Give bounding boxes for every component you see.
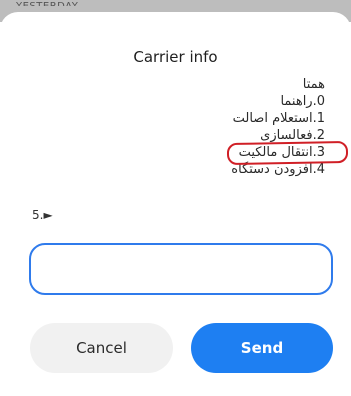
date-section-header: YESTERDAY xyxy=(16,1,79,12)
dialog-title: Carrier info xyxy=(133,48,218,66)
cancel-button[interactable]: Cancel xyxy=(30,323,173,373)
menu-option-5-prompt: 5.► xyxy=(32,208,53,222)
menu-option-2: 2.فعالسازی xyxy=(260,128,325,143)
message-line-header: همتا xyxy=(302,77,325,92)
response-input[interactable] xyxy=(29,243,333,295)
ussd-message: همتا 0.راهنما 1.استعلام اصالت 2.فعالسازی… xyxy=(231,76,325,178)
send-button[interactable]: Send xyxy=(191,323,333,373)
menu-option-1: 1.استعلام اصالت xyxy=(232,111,325,126)
menu-option-4: 4.افزودن دستگاه xyxy=(231,162,325,177)
menu-option-0: 0.راهنما xyxy=(280,94,325,109)
menu-option-3: 3.انتقال مالکیت xyxy=(238,145,325,160)
